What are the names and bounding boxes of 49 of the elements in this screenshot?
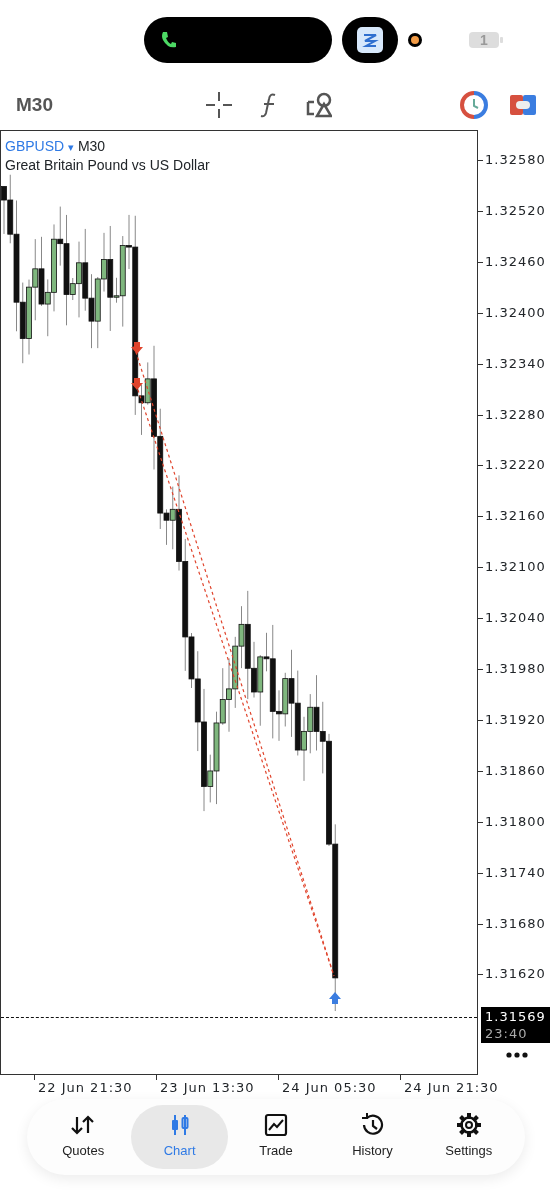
tab-button[interactable]: Quotes (35, 1105, 132, 1169)
time-label: 24 Jun 05:30 (282, 1079, 377, 1097)
price-label: 1.31680 (485, 914, 546, 933)
battery-icon (468, 30, 504, 50)
history-icon (360, 1113, 385, 1138)
timeframe-button[interactable]: M30 (16, 90, 206, 120)
clock-icon[interactable] (460, 91, 488, 119)
price-label: 1.32580 (485, 151, 546, 170)
time-label: 22 Jun 21:30 (38, 1079, 133, 1097)
symbol-link[interactable]: GBPUSD (5, 138, 65, 154)
price-label: 1.32400 (485, 303, 546, 322)
price-label: 1.31860 (485, 762, 546, 781)
app-icon (357, 27, 383, 53)
tab-button[interactable]: Settings (420, 1105, 518, 1169)
price-label: 1.32220 (485, 456, 546, 475)
price-label: 1.31620 (485, 965, 546, 984)
price-label: 1.31740 (485, 863, 546, 882)
price-label: 1.32460 (485, 253, 546, 272)
trade-icon (264, 1113, 288, 1138)
chart-timeframe: M30 (77, 138, 106, 154)
more-icon[interactable] (506, 1052, 528, 1058)
current-price: 1.31569 (485, 1008, 546, 1025)
price-label: 1.32100 (485, 558, 546, 577)
toggle-icon[interactable] (510, 94, 536, 116)
price-label: 1.32520 (485, 202, 546, 221)
shapes-icon[interactable] (306, 92, 332, 118)
price-label: 1.32040 (485, 609, 546, 628)
sell-arrow-icon (131, 378, 143, 390)
price-label: 1.32280 (485, 405, 546, 424)
privacy-dot (408, 33, 422, 47)
time-label: 24 Jun 21:30 (404, 1079, 499, 1097)
buy-arrow-icon (329, 992, 341, 1004)
price-label: 1.32340 (485, 354, 546, 373)
battery-level: 1 (480, 31, 488, 50)
price-label: 1.32160 (485, 507, 546, 526)
price-label: 1.31980 (485, 660, 546, 679)
dropdown-marker[interactable]: ▾ (68, 141, 74, 153)
tab-button[interactable]: Trade (227, 1105, 325, 1169)
time-label: 23 Jun 13:30 (160, 1079, 255, 1097)
crosshair-icon[interactable] (206, 92, 232, 118)
price-label: 1.31800 (485, 812, 546, 831)
tab-button[interactable]: History (324, 1105, 421, 1169)
bar-countdown: 23:40 (485, 1025, 529, 1042)
phone-icon (160, 31, 176, 49)
price-label: 1.31920 (485, 711, 546, 730)
settings-icon (456, 1113, 481, 1138)
symbol-description: Great Britain Pound vs US Dollar (5, 156, 210, 174)
sell-arrow-icon (131, 342, 143, 354)
function-icon[interactable] (260, 92, 278, 118)
